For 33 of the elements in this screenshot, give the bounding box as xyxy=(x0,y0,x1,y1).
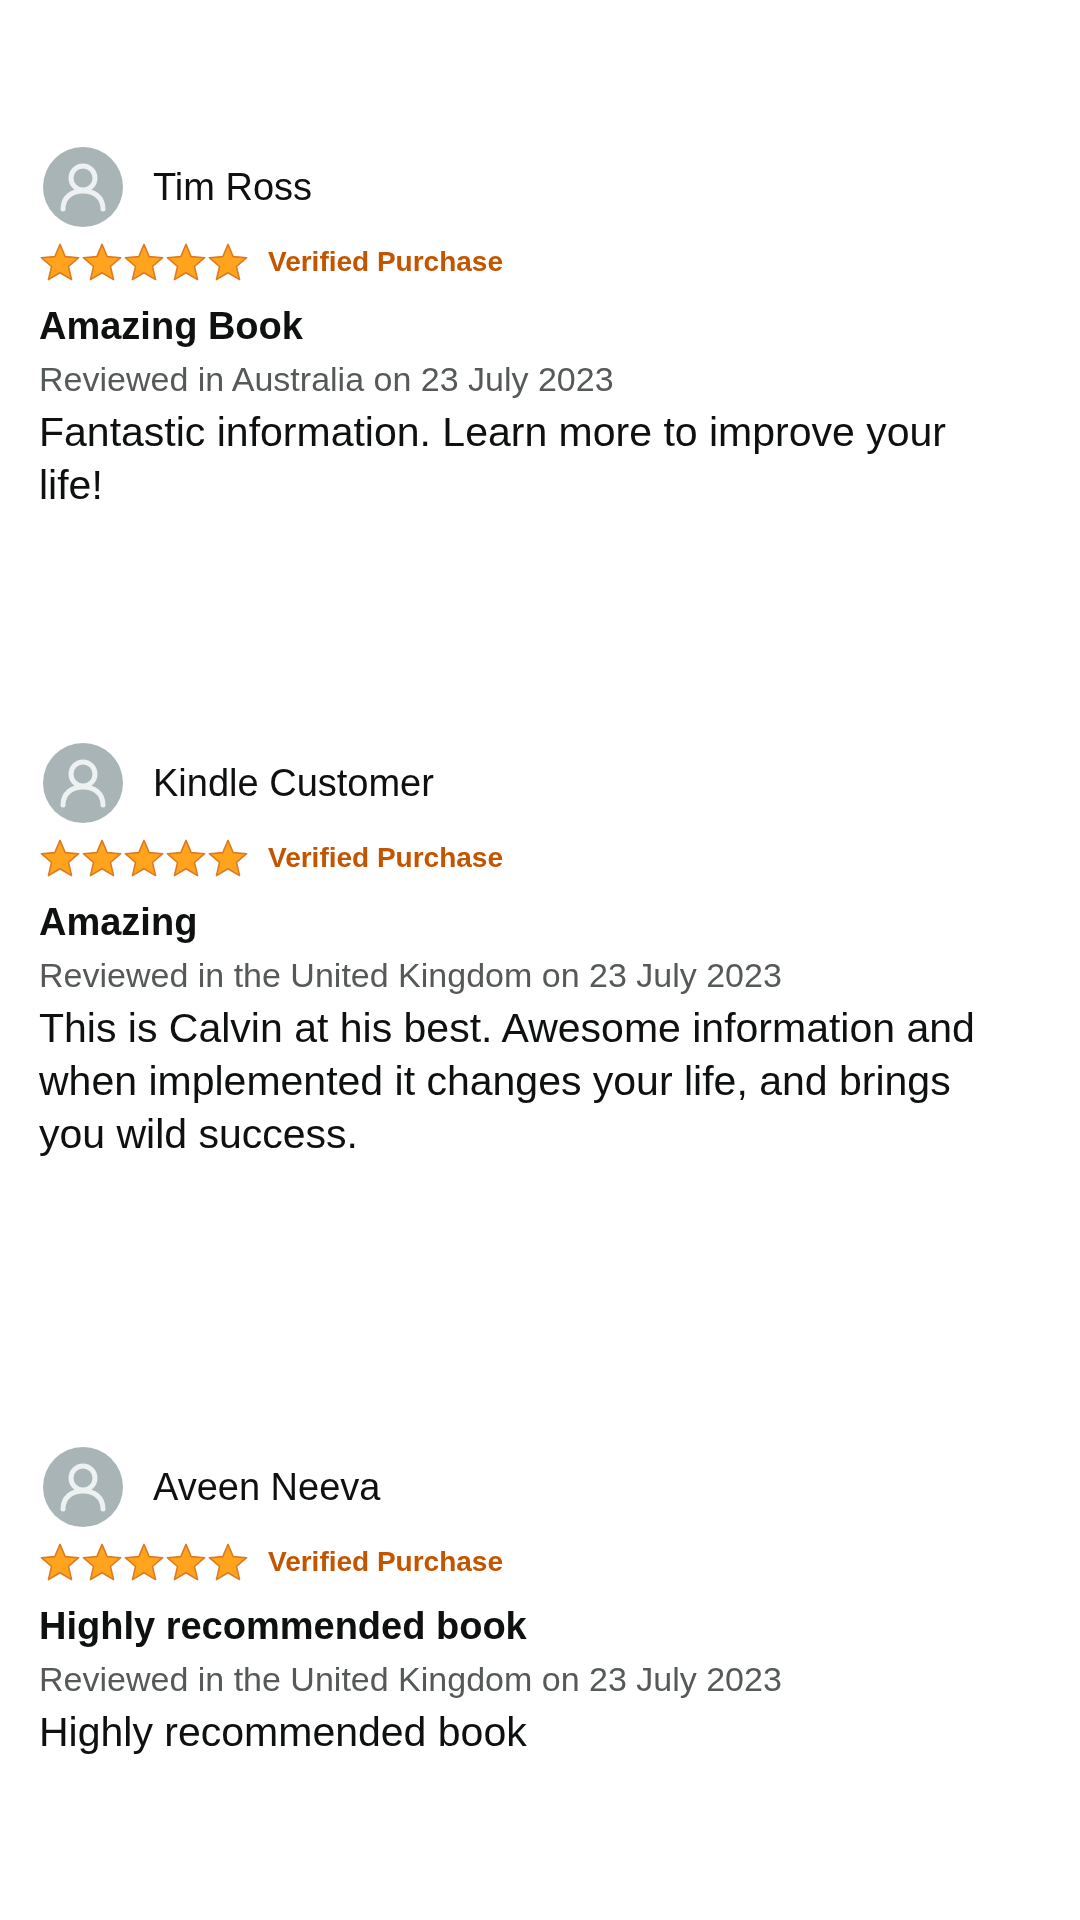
star-icon xyxy=(207,242,249,281)
star-icon xyxy=(39,838,81,877)
review-date: Reviewed in the United Kingdom on 23 July 2023 xyxy=(39,955,783,996)
review-title: Amazing xyxy=(39,900,199,945)
star-icon xyxy=(81,242,123,281)
reviewer-name: Tim Ross xyxy=(153,165,313,210)
star-icon xyxy=(165,838,207,877)
star-icon xyxy=(165,242,207,281)
star-icon xyxy=(207,1542,249,1581)
star-icon xyxy=(207,838,249,877)
star-icon xyxy=(39,1542,81,1581)
review-date: Reviewed in Australia on 23 July 2023 xyxy=(39,359,615,400)
star-icon xyxy=(123,242,165,281)
verified-purchase-label: Verified Purchase xyxy=(268,1544,503,1579)
review-title: Highly recommended book xyxy=(39,1604,528,1649)
avatar-icon xyxy=(43,1447,123,1527)
star-icon xyxy=(81,838,123,877)
star-icon xyxy=(165,1542,207,1581)
avatar-icon xyxy=(43,147,123,227)
review-text: Highly recommended book xyxy=(39,1708,528,1757)
review-date: Reviewed in the United Kingdom on 23 July 2023 xyxy=(39,1659,783,1700)
star-icon xyxy=(123,838,165,877)
reviewer-name: Kindle Customer xyxy=(153,761,434,806)
star-icon xyxy=(123,1542,165,1581)
star-icon xyxy=(39,242,81,281)
review-text: This is Calvin at his best. Awesome information and when implemented it changes your life, and brings you wild success. xyxy=(39,1004,976,1159)
star-icon xyxy=(81,1542,123,1581)
reviewer-name: Aveen Neeva xyxy=(153,1465,381,1510)
review-title: Amazing Book xyxy=(39,304,304,349)
avatar-icon xyxy=(43,743,123,823)
verified-purchase-label: Verified Purchase xyxy=(268,840,503,875)
verified-purchase-label: Verified Purchase xyxy=(268,244,503,279)
review-text: Fantastic information. Learn more to improve your life! xyxy=(39,408,947,510)
